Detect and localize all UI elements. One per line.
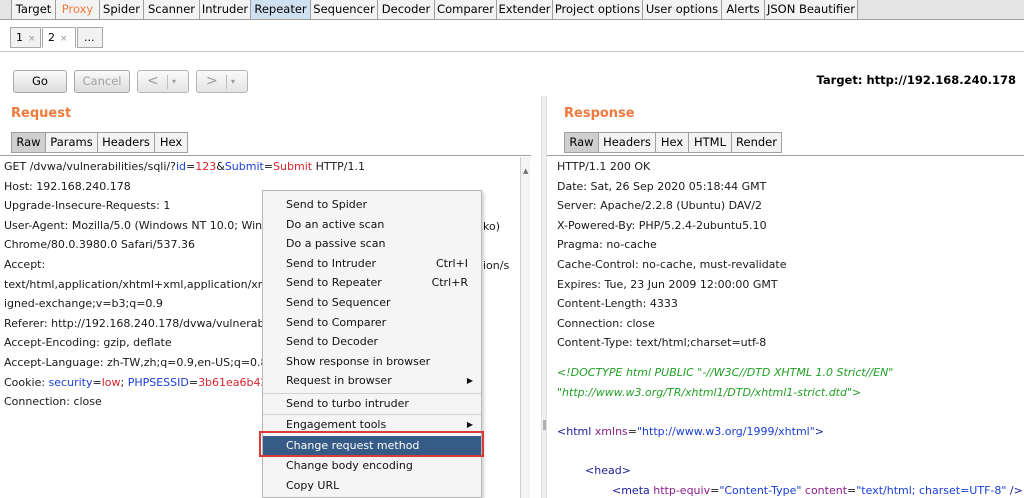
response-header-line: Date: Sat, 26 Sep 2020 05:18:44 GMT [557, 179, 767, 193]
shortcut-label: Ctrl+R [431, 276, 468, 290]
cancel-button[interactable]: Cancel [74, 70, 130, 93]
response-header-line: HTTP/1.1 200 OK [557, 160, 651, 173]
response-tab-render[interactable]: Render [731, 132, 782, 153]
tab-user-options[interactable]: User options [642, 0, 722, 20]
response-header-line: Cache-Control: no-cache, must-revalidate [557, 257, 787, 271]
splitter-grip[interactable] [543, 420, 546, 430]
request-scrollbar[interactable]: ▲ [520, 157, 530, 498]
menu-item-label: Engagement tools [286, 418, 387, 431]
request-line: GET /dvwa/vulnerabilities/sqli/?id=123&S… [4, 160, 365, 173]
repeater-subtab-bar: 1 × 2 × ... [0, 20, 1024, 52]
back-button[interactable]: < ▾ [137, 70, 189, 93]
menu-item-copy-url[interactable]: Copy URL [263, 476, 481, 496]
response-header-line: X-Powered-By: PHP/5.2.4-2ubuntu5.10 [557, 218, 767, 232]
response-tab-headers[interactable]: Headers [598, 132, 656, 153]
tab-target[interactable]: Target [11, 0, 56, 20]
tab-intruder[interactable]: Intruder [199, 0, 251, 20]
button-divider [226, 75, 227, 89]
tab-extender[interactable]: Extender [496, 0, 553, 20]
html-tag-line: <html xmlns="http://www.w3.org/1999/xhtm… [557, 424, 825, 438]
doctype-line: <!DOCTYPE html PUBLIC "-//W3C//DTD XHTML… [557, 366, 894, 379]
request-text-overflow: ion/s [483, 258, 510, 272]
menu-item-send-to-sequencer[interactable]: Send to Sequencer [263, 293, 481, 313]
chevron-left-icon: < [147, 73, 159, 89]
close-icon[interactable]: × [28, 34, 36, 44]
menu-item-send-to-intruder[interactable]: Send to Intruder Ctrl+I [263, 254, 481, 274]
scroll-up-icon[interactable]: ▲ [523, 167, 528, 175]
menu-item-send-to-repeater[interactable]: Send to Repeater Ctrl+R [263, 273, 481, 293]
panel-splitter[interactable] [541, 96, 547, 498]
subtab-label: 2 [48, 31, 55, 44]
tab-comparer[interactable]: Comparer [434, 0, 497, 20]
subtab-new[interactable]: ... [77, 27, 103, 48]
meta-tag-line: <meta http-equiv="Content-Type" content=… [612, 483, 1023, 497]
tab-alerts[interactable]: Alerts [721, 0, 765, 20]
tab-project-options[interactable]: Project options [552, 0, 643, 20]
head-tag-line: <head> [585, 463, 631, 477]
subtab-label: 1 [16, 31, 23, 44]
submenu-arrow-icon: ▶ [466, 376, 473, 386]
response-tab-hex[interactable]: Hex [655, 132, 689, 153]
response-header-line: Content-Type: text/html;charset=utf-8 [557, 336, 767, 350]
menu-item-label: Request in browser [286, 374, 392, 388]
main-tab-bar: Target Proxy Spider Scanner Intruder Rep… [0, 0, 1024, 20]
chevron-down-icon[interactable]: ▾ [231, 77, 235, 86]
button-divider [167, 75, 168, 89]
tab-spider[interactable]: Spider [99, 0, 144, 20]
tab-decoder[interactable]: Decoder [377, 0, 435, 20]
response-body[interactable]: <!DOCTYPE html PUBLIC "-//W3C//DTD XHTML… [557, 363, 1023, 498]
chevron-down-icon[interactable]: ▾ [172, 77, 176, 86]
tab-sequencer[interactable]: Sequencer [310, 0, 378, 20]
request-tab-hex[interactable]: Hex [154, 132, 188, 153]
repeater-toolbar: Go Cancel < ▾ > ▾ Target: http://192.168… [0, 53, 1024, 96]
tab-proxy[interactable]: Proxy [55, 0, 100, 20]
menu-item-active-scan[interactable]: Do an active scan [263, 215, 481, 235]
menu-item-send-to-spider[interactable]: Send to Spider [263, 195, 481, 215]
response-header-line: Content-Length: 4333 [557, 297, 678, 311]
request-title: Request [11, 106, 72, 121]
tab-scanner[interactable]: Scanner [143, 0, 200, 20]
menu-item-change-body-encoding[interactable]: Change body encoding [263, 456, 481, 476]
request-tab-raw[interactable]: Raw [11, 132, 46, 153]
request-tab-params[interactable]: Params [45, 132, 98, 153]
request-tab-headers[interactable]: Headers [97, 132, 155, 153]
doctype-line: "http://www.w3.org/TR/xhtml1/DTD/xhtml1-… [557, 385, 862, 399]
menu-item-send-to-turbo-intruder[interactable]: Send to turbo intruder [263, 394, 481, 414]
menu-item-request-in-browser[interactable]: Request in browser ▶ [263, 371, 481, 391]
menu-item-send-to-decoder[interactable]: Send to Decoder [263, 332, 481, 352]
response-header-line: Expires: Tue, 23 Jun 2009 12:00:00 GMT [557, 277, 778, 291]
response-header-line: Connection: close [557, 316, 655, 330]
response-title: Response [564, 106, 635, 121]
shortcut-label: Ctrl+I [435, 256, 468, 270]
tab-json-beautifier[interactable]: JSON Beautifier [764, 0, 858, 20]
response-header-line: Server: Apache/2.2.8 (Ubuntu) DAV/2 [557, 199, 762, 213]
go-button[interactable]: Go [13, 70, 67, 93]
response-tab-html[interactable]: HTML [688, 132, 732, 153]
request-editor-border [0, 155, 531, 156]
response-header-line: Pragma: no-cache [557, 238, 657, 252]
menu-item-send-to-comparer[interactable]: Send to Comparer [263, 313, 481, 333]
target-label[interactable]: Target: http://192.168.240.178 [817, 73, 1016, 87]
close-icon[interactable]: × [60, 34, 68, 44]
response-editor[interactable]: HTTP/1.1 200 OK Date: Sat, 26 Sep 2020 05… [557, 157, 787, 353]
menu-item-passive-scan[interactable]: Do a passive scan [263, 234, 481, 254]
forward-button[interactable]: > ▾ [196, 70, 248, 93]
request-text-overflow: ko) [483, 219, 500, 233]
menu-item-label: Send to Repeater [286, 276, 382, 290]
subtab-2[interactable]: 2 × [42, 27, 76, 48]
response-tab-raw[interactable]: Raw [564, 132, 599, 153]
menu-item-show-response-in-browser[interactable]: Show response in browser [263, 352, 481, 372]
menu-item-label: Send to Intruder [286, 256, 377, 270]
tab-repeater[interactable]: Repeater [250, 0, 311, 20]
response-editor-border [547, 155, 1024, 156]
chevron-right-icon: > [206, 73, 218, 89]
highlight-box [259, 431, 484, 457]
subtab-1[interactable]: 1 × [10, 27, 41, 48]
